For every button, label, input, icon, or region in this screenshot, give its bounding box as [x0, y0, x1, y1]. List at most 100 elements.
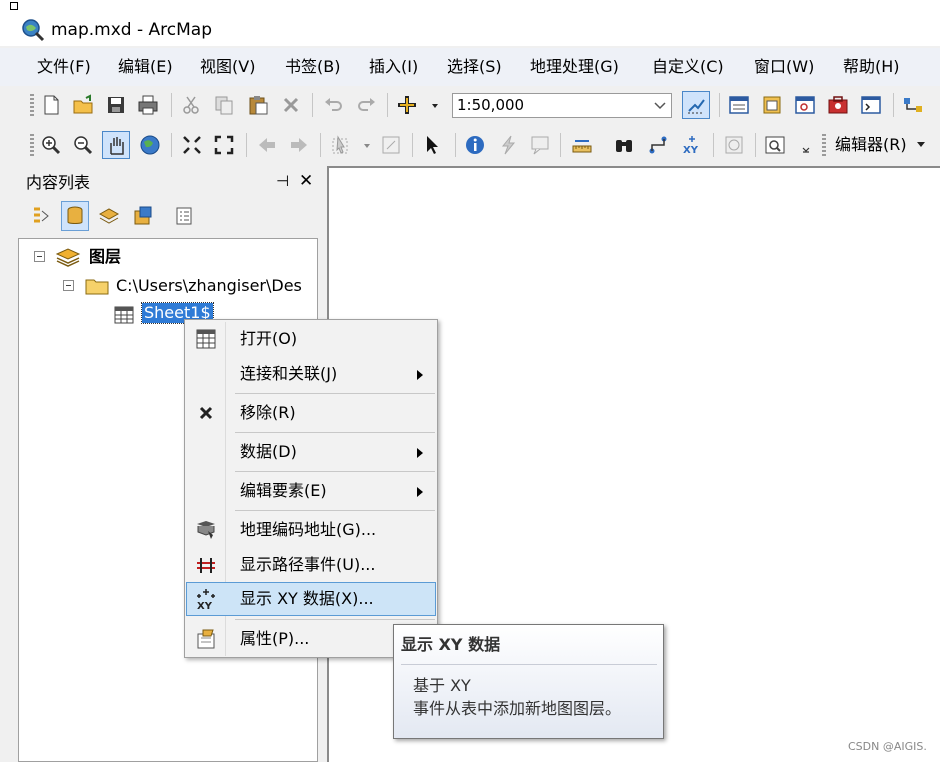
add-data-dropdown-icon[interactable]	[424, 94, 438, 116]
menu-item-data[interactable]: 数据(D)	[187, 436, 435, 468]
tooltip-title: 显示 XY 数据	[401, 635, 501, 654]
route-event-icon	[195, 554, 217, 576]
menu-windows[interactable]: 窗口(W)	[754, 57, 814, 77]
menu-item-display-xy-data[interactable]: XY 显示 XY 数据(X)...	[186, 582, 436, 616]
menu-customize[interactable]: 自定义(C)	[652, 57, 724, 77]
fixed-zoom-in-icon[interactable]	[181, 134, 203, 156]
arctoolbox-icon[interactable]	[827, 94, 849, 116]
search-window-icon[interactable]	[794, 94, 816, 116]
editor-menu-button[interactable]: 编辑器(R)	[835, 135, 907, 155]
add-data-icon[interactable]	[396, 94, 418, 116]
menu-item-remove[interactable]: 移除(R)	[187, 397, 435, 429]
menu-item-label: 显示路径事件(U)...	[240, 555, 376, 574]
menu-item-label: 显示 XY 数据(X)...	[240, 589, 374, 608]
layers-label[interactable]: 图层	[89, 247, 121, 267]
list-by-drawing-order-icon[interactable]	[28, 202, 54, 230]
standard-toolbar: 1:50,000	[0, 86, 940, 124]
back-arrow-icon[interactable]	[256, 134, 278, 156]
close-icon[interactable]: ✕	[299, 171, 313, 191]
fixed-zoom-out-icon[interactable]	[213, 134, 235, 156]
print-icon[interactable]	[137, 94, 159, 116]
menu-insert[interactable]: 插入(I)	[369, 57, 418, 77]
menu-item-label: 移除(R)	[240, 403, 296, 422]
menu-edit[interactable]: 编辑(E)	[118, 57, 173, 77]
editor-dropdown-icon[interactable]	[917, 142, 925, 147]
menu-help[interactable]: 帮助(H)	[843, 57, 900, 77]
properties-icon	[195, 628, 217, 650]
menu-view[interactable]: 视图(V)	[200, 57, 255, 77]
list-by-source-icon[interactable]	[61, 201, 89, 231]
toolbar-grip[interactable]	[822, 134, 826, 156]
folder-icon	[85, 276, 109, 296]
chevron-down-icon[interactable]	[651, 95, 669, 116]
editor-toolbar-icon[interactable]	[682, 91, 710, 119]
context-menu: 打开(O) 连接和关联(J) 移除(R) 数据(D) 编辑要素(E) 地理编码地…	[184, 319, 438, 658]
hyperlink-lightning-icon[interactable]	[497, 134, 519, 156]
full-extent-globe-icon[interactable]	[139, 134, 161, 156]
measure-ruler-icon[interactable]	[571, 134, 593, 156]
pan-hand-icon[interactable]	[102, 131, 130, 159]
window-marker	[10, 2, 18, 10]
catalog-icon[interactable]	[761, 94, 783, 116]
open-folder-icon[interactable]	[72, 94, 94, 116]
copy-icon[interactable]	[213, 94, 235, 116]
menu-selection[interactable]: 选择(S)	[447, 57, 502, 77]
list-by-visibility-icon[interactable]	[96, 202, 122, 230]
new-document-icon[interactable]	[40, 94, 62, 116]
toolbar-grip[interactable]	[30, 134, 34, 156]
menu-item-label: 打开(O)	[240, 329, 298, 348]
zoom-in-icon[interactable]	[40, 134, 62, 156]
save-icon[interactable]	[105, 94, 127, 116]
menu-bookmarks[interactable]: 书签(B)	[285, 57, 340, 77]
map-scale-combobox[interactable]: 1:50,000	[452, 93, 672, 118]
python-window-icon[interactable]	[860, 94, 882, 116]
tooltip: 显示 XY 数据 基于 XY 事件从表中添加新地图图层。	[393, 624, 664, 739]
layers-collapse-toggle[interactable]	[34, 251, 45, 262]
time-slider-icon[interactable]	[723, 134, 745, 156]
arcmap-app-icon	[21, 18, 45, 42]
delete-icon[interactable]	[280, 94, 302, 116]
menu-item-joins-relates[interactable]: 连接和关联(J)	[187, 358, 435, 390]
select-elements-pointer-icon[interactable]	[421, 134, 443, 156]
toolbar-grip[interactable]	[30, 94, 34, 116]
toc-header: 内容列表 ⊣ ✕	[18, 168, 320, 196]
submenu-arrow-icon	[417, 487, 423, 497]
folder-collapse-toggle[interactable]	[63, 280, 74, 291]
select-features-icon[interactable]	[330, 134, 352, 156]
html-popup-icon[interactable]	[529, 134, 551, 156]
model-builder-icon[interactable]	[902, 94, 924, 116]
redo-icon[interactable]	[356, 94, 378, 116]
menu-item-display-route-events[interactable]: 显示路径事件(U)...	[187, 549, 435, 581]
cut-icon[interactable]	[180, 94, 202, 116]
menu-item-open[interactable]: 打开(O)	[187, 323, 435, 355]
zoom-out-icon[interactable]	[72, 134, 94, 156]
toolbar-overflow-icon[interactable]	[795, 134, 810, 156]
submenu-arrow-icon	[417, 448, 423, 458]
paste-icon[interactable]	[247, 94, 269, 116]
find-route-icon[interactable]	[647, 134, 669, 156]
table-of-contents-icon[interactable]	[728, 94, 750, 116]
layers-stack-icon	[55, 246, 81, 268]
clear-selection-icon[interactable]	[380, 134, 402, 156]
menu-file[interactable]: 文件(F)	[37, 57, 91, 77]
svg-text:XY: XY	[683, 145, 699, 156]
menu-item-edit-features[interactable]: 编辑要素(E)	[187, 475, 435, 507]
menu-bar: 文件(F) 编辑(E) 视图(V) 书签(B) 插入(I) 选择(S) 地理处理…	[0, 48, 940, 86]
menu-item-label: 地理编码地址(G)...	[240, 520, 377, 539]
options-icon[interactable]	[171, 202, 197, 230]
identify-info-icon[interactable]	[464, 134, 486, 156]
menu-item-geocode-addresses[interactable]: 地理编码地址(G)...	[187, 514, 435, 546]
undo-icon[interactable]	[322, 94, 344, 116]
find-binoculars-icon[interactable]	[613, 134, 635, 156]
list-by-selection-icon[interactable]	[130, 202, 156, 230]
forward-arrow-icon[interactable]	[288, 134, 310, 156]
magnifier-window-icon[interactable]	[764, 134, 786, 156]
go-to-xy-icon[interactable]: XY	[681, 134, 703, 156]
map-scale-value: 1:50,000	[457, 96, 525, 114]
tooltip-description-line1: 基于 XY	[413, 676, 471, 695]
menu-geoprocessing[interactable]: 地理处理(G)	[530, 57, 619, 77]
pin-icon[interactable]: ⊣	[276, 172, 289, 190]
folder-path-label[interactable]: C:\Users\zhangiser\Des	[116, 276, 318, 296]
xy-data-icon: XY	[195, 588, 217, 610]
select-dropdown-icon[interactable]	[356, 134, 370, 156]
